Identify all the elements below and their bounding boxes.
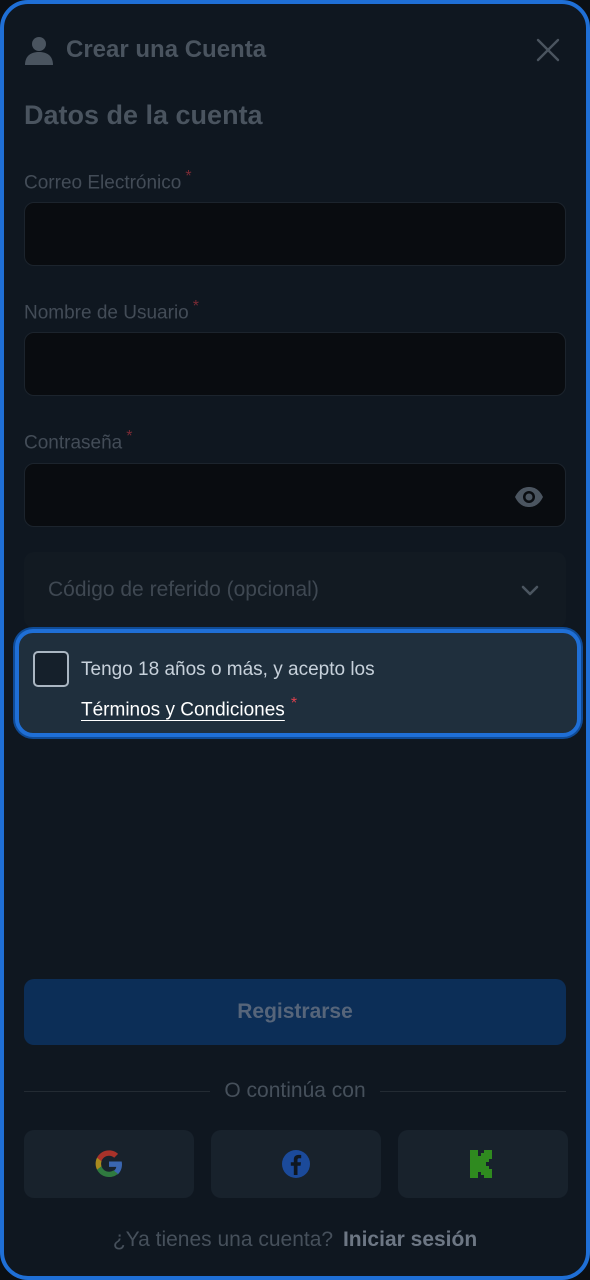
eye-icon[interactable] xyxy=(514,482,544,512)
login-prompt: ¿Ya tienes una cuenta? Iniciar sesión xyxy=(4,1228,586,1252)
create-account-modal: Crear una Cuenta Datos de la cuenta Corr… xyxy=(0,0,590,1280)
terms-checkbox[interactable] xyxy=(33,651,69,687)
terms-consent-box: Tengo 18 años o más, y acepto los Términ… xyxy=(15,629,581,737)
section-title: Datos de la cuenta xyxy=(24,100,263,130)
password-label: Contraseña * xyxy=(24,428,132,454)
google-icon xyxy=(95,1150,122,1177)
kick-icon xyxy=(470,1150,492,1178)
modal-title: Crear una Cuenta xyxy=(66,36,267,63)
referral-code-dropdown[interactable]: Código de referido (opcional) xyxy=(24,552,566,628)
username-label: Nombre de Usuario * xyxy=(24,298,199,324)
consent-text: Tengo 18 años o más, y acepto los xyxy=(81,659,375,680)
divider-text: O continúa con xyxy=(224,1079,366,1102)
modal-header: Crear una Cuenta xyxy=(24,30,574,70)
required-mark: * xyxy=(185,168,192,185)
username-label-text: Nombre de Usuario xyxy=(24,302,189,324)
username-field[interactable] xyxy=(24,332,566,396)
chevron-down-icon xyxy=(521,585,539,596)
divider-line xyxy=(379,1090,567,1092)
facebook-login-button[interactable] xyxy=(211,1130,381,1198)
email-field[interactable] xyxy=(24,202,566,266)
google-login-button[interactable] xyxy=(24,1130,194,1198)
required-mark: * xyxy=(290,695,298,712)
login-question: ¿Ya tienes una cuenta? xyxy=(112,1228,334,1251)
password-field[interactable] xyxy=(24,463,566,527)
facebook-icon xyxy=(282,1150,310,1178)
kick-login-button[interactable] xyxy=(398,1130,568,1198)
register-button[interactable]: Registrarse xyxy=(24,979,566,1045)
terms-link[interactable]: Términos y Condiciones xyxy=(81,699,285,720)
user-icon xyxy=(25,37,53,65)
social-divider: O continúa con xyxy=(24,1076,567,1106)
terms-line: Términos y Condiciones * xyxy=(81,695,297,721)
divider-line xyxy=(24,1090,211,1092)
required-mark: * xyxy=(126,428,133,445)
password-label-text: Contraseña xyxy=(24,432,123,454)
login-link[interactable]: Iniciar sesión xyxy=(343,1228,477,1251)
email-label-text: Correo Electrónico xyxy=(24,172,182,194)
email-label: Correo Electrónico * xyxy=(24,168,192,194)
required-mark: * xyxy=(192,298,199,315)
close-icon[interactable] xyxy=(534,36,562,64)
referral-label: Código de referido (opcional) xyxy=(48,578,319,601)
